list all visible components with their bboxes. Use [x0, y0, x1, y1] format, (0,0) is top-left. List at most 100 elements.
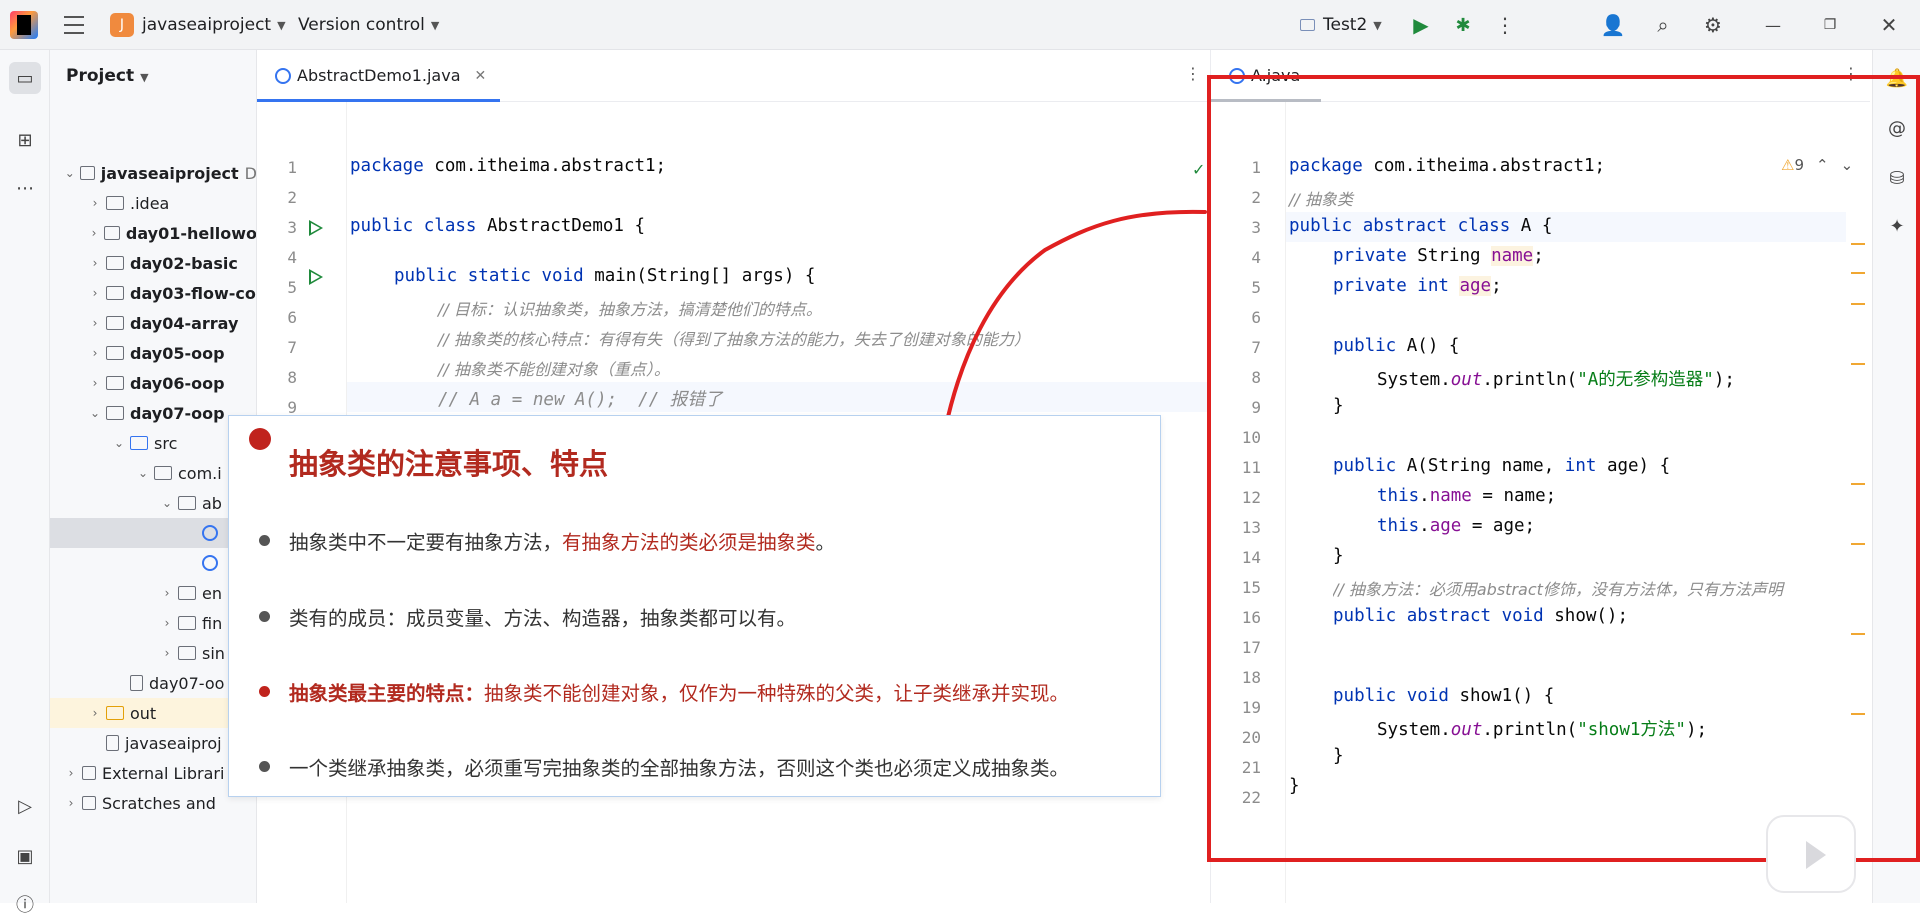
code-line[interactable]: public A(String name, int age) { [1333, 456, 1670, 476]
chevron-right-icon[interactable]: › [88, 286, 102, 300]
code-line[interactable]: public A() { [1333, 336, 1459, 356]
chevron-right-icon[interactable]: › [64, 766, 78, 780]
code-line[interactable]: private int age; [1333, 276, 1502, 296]
vcs-selector[interactable]: Version control ▼ [298, 0, 439, 50]
chevron-right-icon[interactable]: › [88, 376, 102, 390]
code-comment[interactable]: // A a = new A(); // 报错了 [438, 386, 722, 411]
tree-item[interactable]: › day04-array [50, 308, 256, 338]
code-comment[interactable]: // 抽象类 [1289, 186, 1353, 210]
tab-abstractdemo1[interactable]: AbstractDemo1.java ✕ [257, 50, 501, 102]
run-gutter-icon[interactable] [309, 220, 323, 236]
hamburger-icon[interactable] [62, 0, 86, 50]
run-icon[interactable]: ▶ [1408, 12, 1434, 38]
project-selector[interactable]: javaseaiproject ▼ [142, 0, 286, 50]
tab-a-java[interactable]: A.java [1211, 50, 1321, 102]
tree-item[interactable]: › .idea [50, 188, 256, 218]
database-icon[interactable]: ⛁ [1881, 162, 1913, 194]
terminal-icon[interactable]: ▣ [9, 840, 41, 872]
code-line[interactable]: package com.itheima.abstract1; [1289, 156, 1605, 176]
code-line[interactable]: } [1333, 546, 1344, 566]
chevron-right-icon[interactable]: › [160, 616, 174, 630]
chevron-right-icon[interactable]: › [64, 796, 78, 810]
folder-icon[interactable]: ▭ [9, 62, 41, 94]
tree-item[interactable]: ⌄ javaseaiproject D [50, 158, 256, 188]
code-comment[interactable]: // 目标：认识抽象类，抽象方法，搞清楚他们的特点。 [438, 296, 822, 320]
code-line[interactable]: System.out.println("show1方法"); [1377, 716, 1707, 741]
close-tab-icon[interactable]: ✕ [475, 68, 487, 84]
tree-item[interactable]: ⌄ ab [50, 488, 256, 518]
chevron-right-icon[interactable]: › [88, 196, 102, 210]
structure-icon[interactable]: ⊞ [9, 124, 41, 156]
tree-item[interactable]: › out [50, 698, 256, 728]
tree-item[interactable]: › day02-basic [50, 248, 256, 278]
code-line[interactable]: public void show1() { [1333, 686, 1554, 706]
copilot-icon[interactable]: ✦ [1881, 210, 1913, 242]
chevron-down-icon[interactable]: ⌄ [1841, 156, 1854, 174]
tree-item[interactable]: › Scratches and [50, 788, 256, 818]
warning-stripe[interactable] [1851, 272, 1865, 274]
chevron-down-icon[interactable]: ⌄ [88, 406, 102, 420]
code-line[interactable]: package com.itheima.abstract1; [350, 156, 666, 176]
code-line[interactable]: public class AbstractDemo1 { [350, 216, 645, 236]
more-tools-icon[interactable]: ⋯ [9, 172, 41, 204]
code-line[interactable]: public abstract void show(); [1333, 606, 1628, 626]
chevron-right-icon[interactable]: › [88, 706, 102, 720]
chevron-right-icon[interactable]: › [88, 256, 102, 270]
chevron-up-icon[interactable]: ⌃ [1816, 156, 1829, 174]
run-config-selector[interactable]: Test2 ▼ [1300, 0, 1382, 50]
tree-item[interactable]: ⌄ src [50, 428, 256, 458]
tree-item[interactable]: day07-oo [50, 668, 256, 698]
notifications-icon[interactable]: 🔔 [1881, 62, 1913, 94]
code-line[interactable]: } [1333, 396, 1344, 416]
warning-stripe[interactable] [1851, 243, 1865, 245]
code-comment[interactable]: // 抽象类不能创建对象（重点）。 [438, 356, 670, 380]
chevron-down-icon[interactable]: ⌄ [160, 496, 174, 510]
warning-stripe[interactable] [1851, 363, 1865, 365]
tree-item[interactable]: › day06-oop [50, 368, 256, 398]
more-icon[interactable]: ⋮ [1185, 64, 1201, 83]
chevron-down-icon[interactable]: ⌄ [64, 166, 76, 180]
restore-icon[interactable]: ❐ [1817, 12, 1843, 38]
warning-stripe[interactable] [1851, 303, 1865, 305]
ai-assistant-icon[interactable]: @ [1881, 112, 1913, 144]
warning-stripe[interactable] [1851, 633, 1865, 635]
tree-item[interactable]: › sin [50, 638, 256, 668]
tree-item[interactable]: › fin [50, 608, 256, 638]
chevron-right-icon[interactable]: › [88, 316, 102, 330]
code-comment[interactable]: // 抽象方法：必须用abstract修饰，没有方法体，只有方法声明 [1333, 576, 1853, 600]
code-line[interactable]: public static void main(String[] args) { [394, 266, 815, 286]
tree-item[interactable]: › day05-oop [50, 338, 256, 368]
tree-item[interactable] [50, 548, 256, 578]
code-comment[interactable]: // 抽象类的核心特点：有得有失（得到了抽象方法的能力，失去了创建对象的能力） [438, 326, 1030, 350]
minimize-icon[interactable]: — [1760, 12, 1786, 38]
chevron-down-icon[interactable]: ⌄ [112, 436, 126, 450]
problems-icon[interactable]: ⓘ [9, 888, 41, 920]
tree-item[interactable]: › External Librari [50, 758, 256, 788]
run-gutter-icon[interactable] [309, 269, 323, 285]
services-icon[interactable]: ▷ [9, 790, 41, 822]
tree-item[interactable]: ⌄ day07-oop [50, 398, 256, 428]
code-line[interactable]: public abstract class A { [1289, 216, 1552, 236]
tree-item[interactable]: ⌄ com.i [50, 458, 256, 488]
chevron-down-icon[interactable]: ⌄ [136, 466, 150, 480]
project-panel-title[interactable]: Project ▼ [66, 66, 149, 86]
chevron-right-icon[interactable]: › [88, 346, 102, 360]
chevron-right-icon[interactable]: › [160, 586, 174, 600]
warnings-indicator[interactable]: ⚠9 ⌃ ⌄ [1781, 156, 1853, 174]
tree-item[interactable] [50, 518, 256, 548]
code-line[interactable]: this.age = age; [1377, 516, 1535, 536]
gear-icon[interactable]: ⚙ [1700, 12, 1726, 38]
code-line[interactable]: private String name; [1333, 246, 1544, 266]
code-line[interactable]: System.out.println("A的无参构造器"); [1377, 366, 1735, 391]
bilibili-icon[interactable] [1766, 815, 1856, 893]
close-icon[interactable]: ✕ [1876, 12, 1902, 38]
code-line[interactable]: } [1289, 776, 1300, 796]
add-user-icon[interactable]: 👤 [1600, 12, 1626, 38]
tree-item[interactable]: › day01-hellowo [50, 218, 256, 248]
more-icon[interactable]: ⋮ [1843, 64, 1859, 83]
tree-item[interactable]: › day03-flow-co [50, 278, 256, 308]
warning-stripe[interactable] [1851, 543, 1865, 545]
code-line[interactable]: this.name = name; [1377, 486, 1556, 506]
code-line[interactable]: } [1333, 746, 1344, 766]
chevron-right-icon[interactable]: › [160, 646, 174, 660]
